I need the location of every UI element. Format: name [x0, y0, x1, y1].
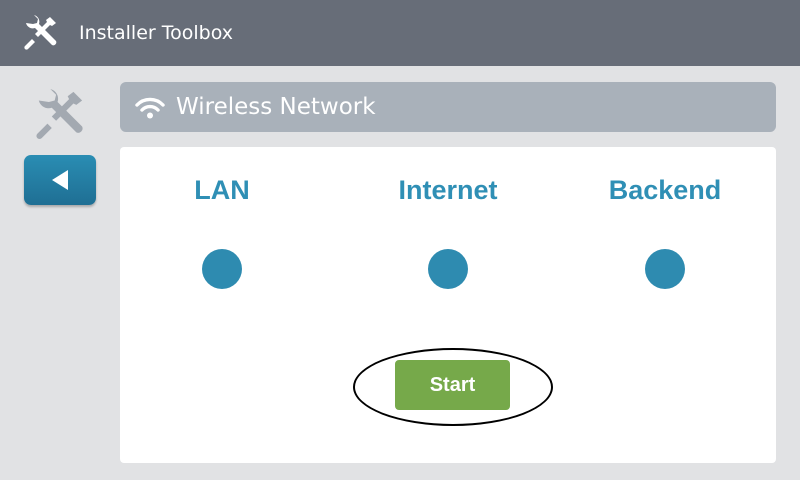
connection-test-panel: LAN Internet Backend Start: [120, 147, 776, 463]
status-indicator-internet: [428, 249, 468, 289]
installer-toolbox-app: Installer Toolbox Wireless Network LAN I…: [0, 0, 800, 480]
tools-icon: [24, 15, 57, 50]
top-bar: Installer Toolbox: [0, 0, 800, 66]
back-button[interactable]: [24, 155, 96, 205]
back-arrow-icon: [52, 170, 68, 190]
status-lan: LAN: [122, 147, 322, 307]
wifi-icon: [135, 97, 165, 119]
status-internet: Internet: [348, 147, 548, 307]
status-backend: Backend: [565, 147, 765, 307]
status-label-lan: LAN: [194, 175, 250, 205]
status-label-internet: Internet: [398, 175, 498, 205]
section-title: Wireless Network: [176, 94, 376, 120]
start-button[interactable]: Start: [395, 360, 510, 410]
app-title: Installer Toolbox: [79, 22, 233, 44]
status-indicator-backend: [645, 249, 685, 289]
tools-icon: [36, 89, 83, 140]
status-indicator-lan: [202, 249, 242, 289]
section-header: Wireless Network: [120, 82, 776, 132]
status-label-backend: Backend: [608, 175, 722, 205]
